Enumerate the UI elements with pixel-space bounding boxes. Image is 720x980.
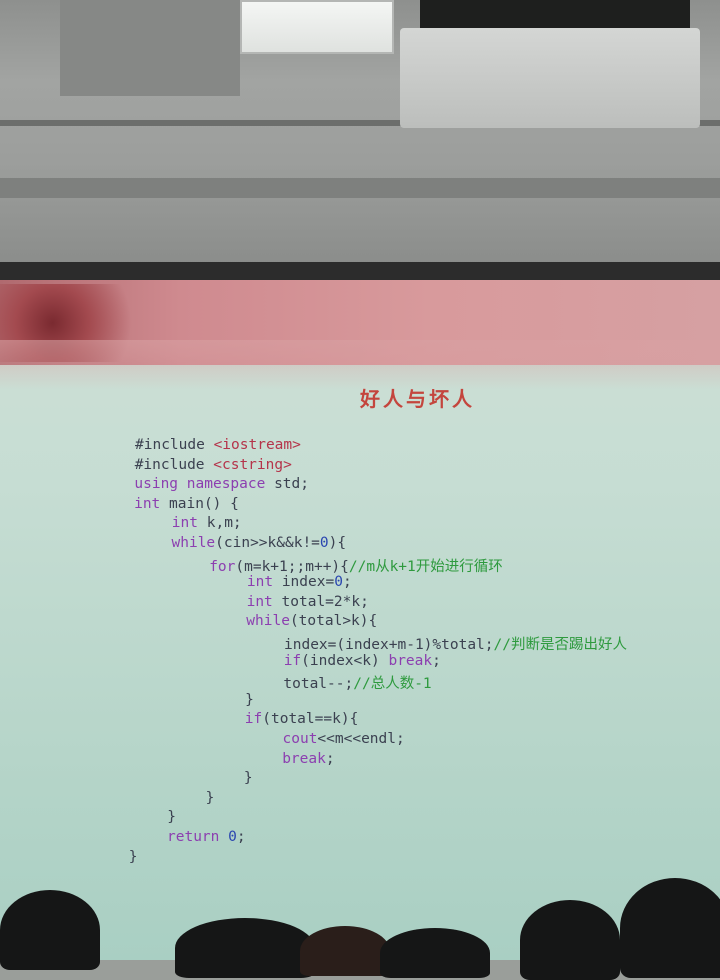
projector-mount (420, 0, 690, 30)
code-token: cout (282, 731, 318, 747)
ceiling-light (240, 0, 394, 54)
code-token: total=2*k; (272, 593, 369, 610)
code-block: #include <iostream> #include <cstring> usi… (0, 280, 720, 960)
code-token: #include (134, 456, 214, 473)
code-token: 0 (228, 829, 237, 845)
code-line: int main() { (134, 496, 239, 512)
ceiling-tile (60, 0, 240, 96)
code-line: } (245, 692, 254, 708)
code-token: int (171, 515, 198, 532)
code-token: } (167, 809, 177, 826)
code-line: int k,m; (172, 515, 242, 531)
code-token: ; (325, 750, 335, 767)
code-line: for(m=k+1;;m++){//m从k+1开始进行循环 (209, 555, 503, 576)
code-token: } (128, 848, 138, 865)
projector (400, 28, 700, 128)
code-token: } (243, 770, 253, 787)
code-token: <<m<<endl; (317, 731, 405, 747)
code-token: ; (236, 829, 246, 845)
code-token: if (283, 652, 302, 669)
code-token: (total==k){ (262, 711, 359, 728)
ceiling-beam (0, 178, 720, 198)
audience-head (0, 890, 100, 970)
code-line: while(cin>>k&&k!=0){ (172, 535, 347, 551)
projection-screen: 好人与坏人 #include <iostream> #include <cstri… (0, 280, 720, 960)
code-token: index=(index+m-1)%total; (284, 637, 494, 653)
code-line: } (129, 849, 138, 865)
code-token: while (171, 535, 216, 551)
code-line: cout<<m<<endl; (283, 731, 405, 747)
code-line: break; (282, 751, 334, 767)
code-token: (cin>>k&&k!= (215, 535, 320, 551)
code-token: (m=k+1;;m++){ (235, 558, 349, 575)
code-line: if(index<k) break; (284, 653, 441, 669)
code-line: int total=2*k; (247, 594, 369, 610)
code-line: #include <cstring> (135, 457, 292, 473)
code-token: <iostream> (213, 437, 301, 453)
code-token: (total>k){ (289, 613, 378, 630)
code-token: return (167, 829, 229, 845)
audience-head (175, 918, 315, 978)
audience-head (520, 900, 620, 980)
code-line: } (206, 790, 215, 806)
code-line: return 0; (167, 829, 246, 845)
code-token: k,m; (198, 515, 242, 532)
code-line: total--;//总人数-1 (283, 672, 431, 693)
code-token: for (209, 558, 236, 575)
code-token: int (246, 574, 274, 591)
code-token: int (134, 495, 161, 512)
code-token: } (245, 691, 254, 708)
code-token: ){ (328, 535, 347, 551)
code-token: total--; (283, 676, 354, 693)
code-token: break (388, 652, 433, 669)
audience-head (300, 926, 390, 976)
code-token: std; (265, 476, 309, 493)
audience-heads (0, 870, 720, 980)
audience-head (380, 928, 490, 978)
code-line: while(total>k){ (246, 613, 377, 629)
code-token: break (282, 750, 326, 767)
code-token: //m从k+1开始进行循环 (348, 558, 503, 575)
code-token: } (205, 789, 215, 806)
code-token: while (246, 613, 290, 630)
code-line: if(total==k){ (245, 711, 359, 727)
code-token: index= (273, 574, 335, 591)
screen-top-frame (0, 262, 720, 282)
code-token: ; (432, 652, 441, 669)
code-line: } (244, 770, 253, 786)
code-token: //总人数-1 (353, 676, 432, 693)
code-token: (index<k) (301, 652, 389, 669)
code-line: #include <iostream> (135, 437, 301, 453)
code-line: index=(index+m-1)%total;//判断是否踢出好人 (284, 633, 627, 654)
code-token: using namespace (134, 476, 266, 493)
audience-head (620, 878, 720, 978)
code-token: main() { (160, 495, 239, 512)
code-line: using namespace std; (134, 476, 309, 492)
code-token: 0 (319, 535, 329, 551)
code-token: #include (135, 437, 214, 453)
code-token: if (244, 711, 263, 728)
code-token: //判断是否踢出好人 (493, 637, 627, 653)
code-line: } (167, 809, 176, 825)
code-token: ; (342, 574, 352, 591)
code-token: 0 (334, 574, 343, 591)
code-token: int (246, 593, 273, 610)
code-token: <cstring> (213, 456, 292, 473)
code-line: int index=0; (247, 574, 352, 590)
